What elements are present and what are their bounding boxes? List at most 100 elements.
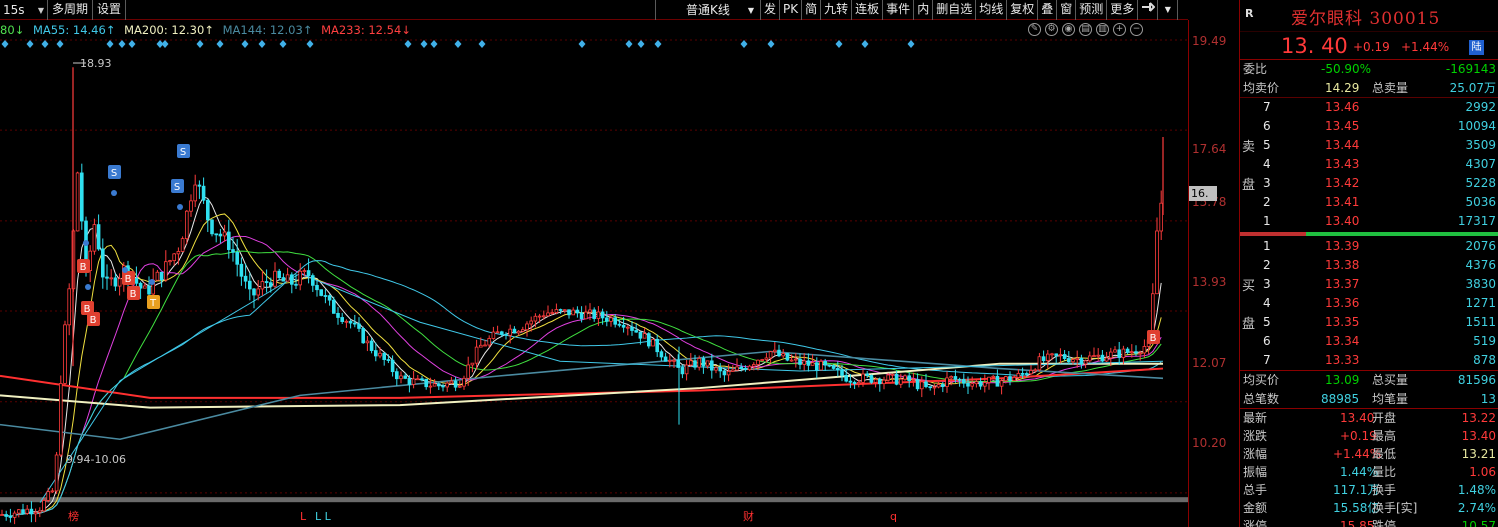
signal-badge-b: B (122, 271, 135, 285)
candle-body (693, 360, 697, 368)
stat-label: 换手[实] (1372, 501, 1418, 515)
candle-body (499, 331, 504, 335)
gear-icon[interactable]: ⚙ (1045, 23, 1058, 36)
candle-body (63, 324, 67, 384)
zoom-in-icon[interactable]: + (1113, 23, 1126, 36)
candle-body (1016, 373, 1021, 378)
sell-price: 13.42 (1325, 176, 1360, 190)
pen-icon[interactable]: ✎ (1028, 23, 1041, 36)
toolbar-window-button[interactable]: 窗 (1057, 0, 1077, 20)
candle-body (886, 374, 890, 381)
event-diamond (41, 40, 49, 48)
stat-label: 振幅 (1243, 465, 1268, 479)
stat-row: 涨跌 +0.19 最高 13.40 (1240, 427, 1498, 445)
sell-price: 13.46 (1325, 100, 1360, 114)
buy-price: 13.36 (1325, 296, 1360, 310)
candle-body (12, 512, 17, 518)
candle-body (537, 315, 542, 318)
clipboard-icon[interactable]: ▤ (1079, 23, 1092, 36)
candle-body (306, 270, 311, 276)
candle-body (563, 309, 567, 312)
candle-body (29, 508, 34, 515)
chart-toolbar: 15s ▼ 多周期 设置 普通K线 ▼ 发 PK 简 九转 连板 事件 内 删自… (0, 0, 1188, 20)
event-diamond (835, 40, 843, 48)
kline-type-select[interactable]: 普通K线 ▼ (655, 0, 761, 20)
multi-period-button[interactable]: 多周期 (48, 0, 94, 20)
event-diamond (767, 40, 775, 48)
pin-icon[interactable] (1138, 0, 1159, 20)
candle-body (201, 185, 206, 201)
event-diamond (56, 40, 64, 48)
long-ma-line (39, 272, 1164, 503)
sell-price: 13.44 (1325, 138, 1360, 152)
candle-body (848, 380, 853, 383)
toolbar-overlay-button[interactable]: 叠 (1038, 0, 1058, 20)
event-diamond (1, 40, 9, 48)
candle-body (546, 312, 550, 317)
stock-name[interactable]: 爱尔眼科 300015 (1291, 4, 1440, 29)
candle-body (508, 328, 512, 336)
candle-body (1025, 373, 1029, 375)
candle-body (1138, 352, 1143, 355)
toolbar-events-button[interactable]: 事件 (883, 0, 915, 20)
candle-body (945, 377, 949, 387)
candle-body (605, 317, 609, 322)
signal-badge-t: T (147, 295, 160, 309)
sell-price: 13.40 (1325, 214, 1360, 228)
candle-body (760, 359, 764, 361)
eye-icon[interactable]: ◉ (1062, 23, 1075, 36)
sell-level: 6 (1263, 119, 1271, 133)
toolbar-pk-button[interactable]: PK (780, 0, 803, 20)
candle-body (25, 508, 29, 514)
candle-body (634, 330, 638, 333)
candle-body (378, 352, 382, 357)
kline-chart[interactable]: 80↓ MA55: 14.46↑ MA200: 12.30↑ MA144: 12… (0, 20, 1188, 527)
candle-body (239, 263, 244, 277)
toolbar-ma-button[interactable]: 均线 (976, 0, 1008, 20)
candle-body (420, 378, 424, 381)
dropdown-icon[interactable]: ▼ (1158, 0, 1179, 20)
toolbar-lianban-button[interactable]: 连板 (852, 0, 884, 20)
candle-body (567, 309, 571, 316)
period-select[interactable]: 15s ▼ (0, 0, 48, 20)
toolbar-forecast-button[interactable]: 预测 (1076, 0, 1108, 20)
candle-body (38, 510, 42, 513)
toolbar-adjust-button[interactable]: 复权 (1007, 0, 1039, 20)
toolbar-nei-button[interactable]: 内 (914, 0, 934, 20)
buy-volume: 3830 (1465, 277, 1496, 291)
candle-body (1062, 354, 1067, 359)
buy-price: 13.35 (1325, 315, 1360, 329)
event-diamond (404, 40, 412, 48)
trash-icon[interactable]: ▥ (1096, 23, 1109, 36)
trades-row: 总笔数 88985 均笔量 13 (1240, 390, 1498, 409)
event-diamond (637, 40, 645, 48)
candle-body (142, 285, 147, 289)
candle-body (726, 371, 731, 376)
sell-volume: 5228 (1465, 176, 1496, 190)
price-axis: 19.49 17.64 15.78 13.93 12.07 10.20 16. (1188, 20, 1238, 527)
candle-body (1033, 369, 1038, 372)
svg-text:B: B (1150, 333, 1157, 344)
signal-badge-b: B (127, 286, 140, 300)
candle-body (163, 261, 168, 281)
candle-body (147, 285, 151, 295)
candle-body (789, 359, 794, 362)
total-sell-value: 25.07万 (1449, 81, 1496, 95)
candle-body (256, 288, 260, 296)
stat-value: 2.74% (1457, 501, 1496, 515)
candle-body (1113, 349, 1117, 353)
toolbar-jian-button[interactable]: 简 (802, 0, 822, 20)
candle-body (59, 383, 63, 456)
zoom-out-icon[interactable]: − (1130, 23, 1143, 36)
chart-tools: ✎ ⚙ ◉ ▤ ▥ + − (1028, 23, 1143, 36)
bottom-marker-l: L (300, 510, 307, 523)
toolbar-remove-watchlist-button[interactable]: 删自选 (933, 0, 977, 20)
signal-badge-b: B (87, 312, 100, 326)
candle-body (289, 274, 294, 285)
toolbar-jiuzhuan-button[interactable]: 九转 (821, 0, 853, 20)
toolbar-fa-button[interactable]: 发 (761, 0, 781, 20)
toolbar-more-button[interactable]: 更多 (1107, 0, 1139, 20)
settings-button[interactable]: 设置 (93, 0, 127, 20)
ma-legend-item: MA233: 12.54↓ (321, 23, 411, 37)
candle-body (609, 317, 613, 322)
